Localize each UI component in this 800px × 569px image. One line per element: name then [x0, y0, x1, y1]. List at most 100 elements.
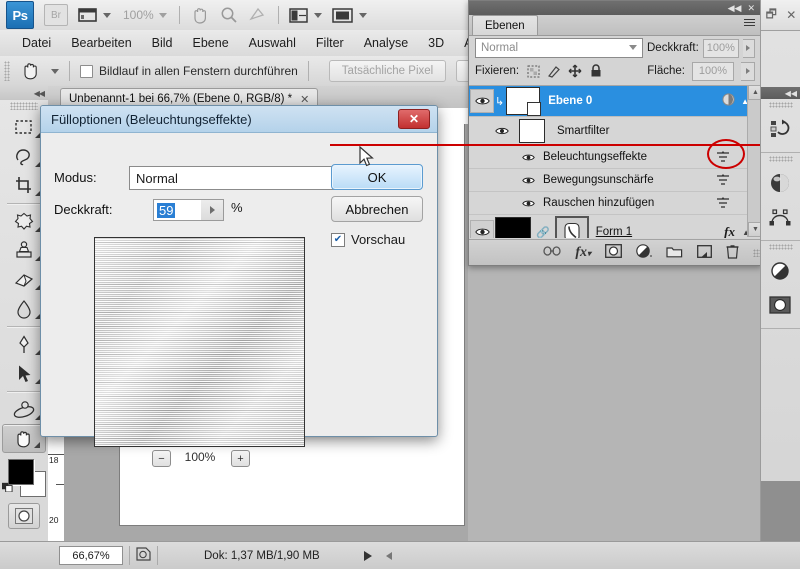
preview-zoom-in-button[interactable]: +	[231, 450, 250, 467]
filter-visibility-toggle[interactable]	[517, 199, 539, 208]
menu-bild[interactable]: Bild	[142, 33, 183, 53]
restore-icon[interactable]: 🗗	[766, 5, 777, 26]
rotate-view-button[interactable]	[248, 2, 266, 28]
menu-filter[interactable]: Filter	[306, 33, 354, 53]
menu-ebene[interactable]: Ebene	[183, 33, 239, 53]
chevron-down-icon[interactable]	[51, 68, 59, 74]
menu-auswahl[interactable]: Auswahl	[239, 33, 306, 53]
preview-zoom-out-button[interactable]: −	[152, 450, 171, 467]
layer-style-fx-icon[interactable]: fx▾	[575, 245, 591, 261]
hand-tool-button[interactable]	[190, 2, 210, 28]
add-layer-mask-icon[interactable]	[605, 244, 622, 261]
default-colors-icon[interactable]	[2, 481, 13, 492]
layer-visibility-toggle[interactable]	[469, 89, 495, 113]
opacity-input[interactable]: 59	[153, 199, 206, 221]
menu-bearbeiten[interactable]: Bearbeiten	[61, 33, 141, 53]
adjustments-icon[interactable]	[761, 254, 799, 288]
lock-all-icon[interactable]	[589, 64, 603, 78]
scroll-all-windows-checkbox[interactable]	[80, 64, 93, 78]
blend-mode-select[interactable]: Normal	[475, 38, 643, 58]
toolbox-collapse-header[interactable]: ◀◀	[0, 86, 48, 100]
zoom-level-display[interactable]: 100%	[123, 8, 154, 22]
layer-row-form-1[interactable]: 🔗 Form 1 fx ▲	[469, 215, 761, 238]
dialog-close-button[interactable]: ✕	[398, 109, 430, 129]
filter-name[interactable]: Rauschen hinzufügen	[543, 197, 654, 209]
filter-name[interactable]: Bewegungsunschärfe	[543, 174, 654, 186]
layer-visibility-toggle[interactable]	[469, 220, 495, 238]
menu-datei[interactable]: Datei	[12, 33, 61, 53]
bridge-icon[interactable]: Br	[44, 4, 68, 26]
mode-select[interactable]: Normal	[129, 166, 362, 190]
scroll-left-arrow-icon[interactable]	[385, 551, 392, 560]
collapse-icon[interactable]: ◀◀	[728, 3, 742, 14]
filter-preview[interactable]	[94, 237, 305, 447]
zoom-tool-button[interactable]	[220, 2, 238, 28]
quick-mask-button[interactable]	[8, 503, 40, 529]
tab-ebenen[interactable]: Ebenen	[472, 15, 538, 35]
paths-icon[interactable]	[761, 200, 799, 234]
layer-opacity-field[interactable]: 100%	[702, 38, 739, 58]
close-icon[interactable]: ✕	[786, 8, 796, 22]
masks-icon[interactable]	[761, 288, 799, 322]
lock-transparent-pixels-icon[interactable]	[526, 64, 540, 78]
layer-thumbnail[interactable]	[506, 87, 542, 116]
options-bar-grip[interactable]	[4, 61, 10, 81]
layer-name[interactable]: Form 1	[596, 226, 632, 238]
preview-checkbox[interactable]: ✔	[331, 232, 345, 247]
layer-name[interactable]: Ebene 0	[548, 95, 592, 107]
close-icon[interactable]: ✕	[747, 3, 755, 14]
menu-analyse[interactable]: Analyse	[354, 33, 418, 53]
cancel-button[interactable]: Abbrechen	[331, 196, 423, 222]
ok-button[interactable]: OK	[331, 164, 423, 190]
vector-mask-thumbnail[interactable]	[554, 216, 589, 238]
filter-visibility-toggle[interactable]	[517, 176, 539, 185]
dock-grip[interactable]	[769, 244, 793, 250]
smartfilter-mask-thumbnail[interactable]	[519, 119, 545, 143]
status-menu-arrow-icon[interactable]	[363, 550, 372, 561]
close-icon[interactable]: ✕	[300, 93, 309, 106]
panel-menu-icon[interactable]	[744, 19, 755, 26]
new-group-icon[interactable]	[666, 245, 683, 261]
color-sphere-icon[interactable]	[761, 166, 799, 200]
filter-row-rauschen-hinzufuegen[interactable]: Rauschen hinzufügen	[469, 192, 761, 215]
dock-collapse-bar[interactable]: ◀◀	[761, 87, 800, 99]
arrange-documents-button[interactable]	[288, 2, 322, 28]
layer-thumbnail[interactable]	[495, 217, 531, 238]
smartfilter-visibility-toggle[interactable]	[491, 126, 513, 136]
opacity-slider-button[interactable]	[201, 199, 224, 221]
zoom-percentage-field[interactable]: 66,67%	[59, 546, 123, 565]
new-layer-icon[interactable]	[697, 244, 712, 261]
color-swatches[interactable]	[2, 457, 46, 497]
toolbox-grip[interactable]	[10, 102, 38, 110]
layer-effects-fx-icon[interactable]: fx	[724, 224, 735, 238]
dock-grip[interactable]	[769, 156, 793, 162]
chevron-down-icon[interactable]	[158, 12, 167, 18]
fill-slider-button[interactable]	[741, 61, 755, 81]
document-info-icon[interactable]	[136, 547, 151, 564]
actual-pixels-button[interactable]: Tatsächliche Pixel	[328, 60, 447, 82]
filter-options-icon[interactable]	[715, 173, 731, 187]
menu-3d[interactable]: 3D	[418, 33, 454, 53]
new-adjustment-layer-icon[interactable]	[636, 244, 652, 261]
delete-layer-icon[interactable]	[726, 244, 739, 262]
dialog-titlebar[interactable]: Fülloptionen (Beleuchtungseffekte) ✕	[41, 106, 437, 133]
filter-row-bewegungsunschaerfe[interactable]: Bewegungsunschärfe	[469, 169, 761, 192]
layer-row-ebene-0[interactable]: ↳ Ebene 0 ▲	[469, 86, 761, 117]
opacity-slider-button[interactable]	[742, 38, 755, 58]
layers-scrollbar[interactable]: ▲ ▼	[747, 85, 763, 237]
tool-preset-picker[interactable]	[16, 59, 46, 83]
filter-options-icon[interactable]	[715, 196, 731, 210]
layers-panel-titlebar[interactable]: ◀◀ ✕	[469, 1, 761, 15]
link-mask-icon[interactable]: 🔗	[536, 226, 550, 239]
history-icon[interactable]	[761, 112, 799, 146]
view-extras-button[interactable]	[78, 2, 111, 28]
filter-name[interactable]: Beleuchtungseffekte	[543, 151, 647, 163]
screen-mode-button[interactable]	[331, 2, 367, 28]
filter-visibility-toggle[interactable]	[517, 153, 539, 162]
preview-checkbox-row[interactable]: ✔ Vorschau	[331, 232, 405, 247]
lock-position-icon[interactable]	[568, 64, 582, 78]
lock-image-pixels-icon[interactable]	[547, 64, 561, 78]
dock-grip[interactable]	[769, 102, 793, 108]
link-layers-icon[interactable]	[543, 245, 561, 260]
layer-fill-field[interactable]: 100%	[692, 61, 734, 81]
